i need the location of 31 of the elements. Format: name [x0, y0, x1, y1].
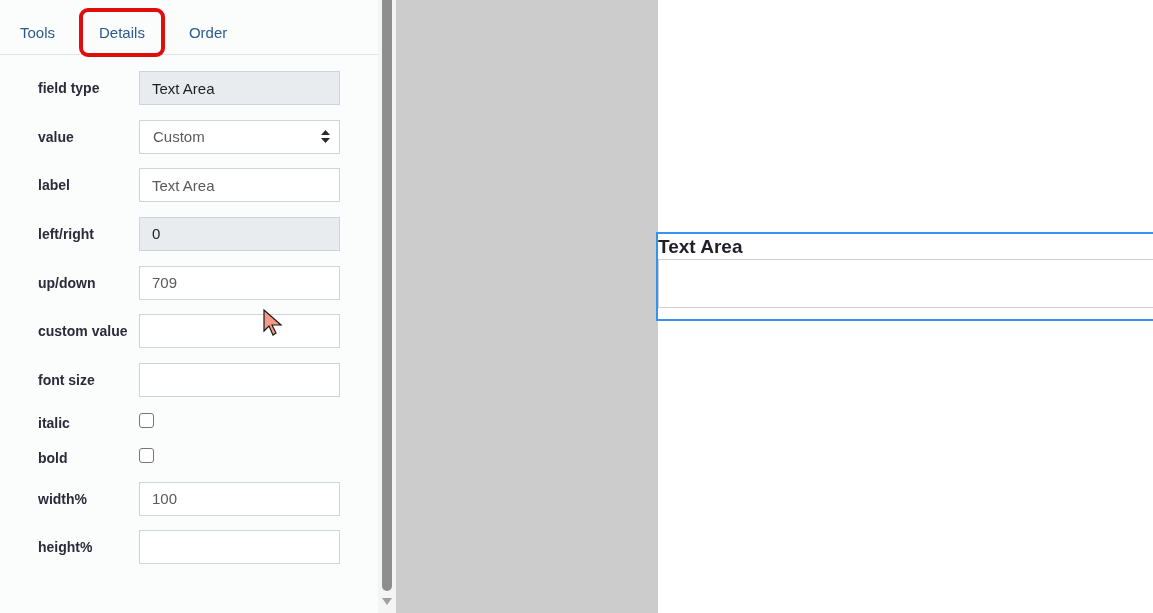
tab[interactable]: Order: [168, 8, 248, 57]
field-label: label: [38, 177, 70, 194]
element-label: Text Area: [658, 235, 743, 259]
pointer-icon: [263, 309, 283, 337]
field-label: up/down: [38, 274, 96, 291]
field-label: custom value: [38, 323, 128, 340]
field-label: font size: [38, 371, 95, 388]
textarea-field[interactable]: [658, 259, 1153, 308]
field-label: field type: [38, 80, 100, 96]
tab[interactable]: Tools: [0, 8, 76, 57]
text-area-element[interactable]: Text Area: [656, 232, 1153, 321]
field-label: left/right: [38, 225, 94, 242]
field-label: height%: [38, 539, 93, 556]
scrollbar-thumb[interactable]: [382, 0, 392, 591]
text-input[interactable]: 709: [139, 265, 340, 300]
scroll-down-icon[interactable]: [382, 598, 392, 605]
select-field[interactable]: Custom: [139, 119, 340, 154]
text-input[interactable]: [139, 530, 340, 565]
tab[interactable]: Details: [79, 8, 165, 57]
field-label: width%: [38, 490, 87, 507]
checkbox[interactable]: [139, 412, 154, 428]
text-input[interactable]: [139, 314, 340, 349]
field-label: bold: [38, 449, 68, 466]
sort-caret-icon: [321, 130, 330, 144]
field-label: italic: [38, 414, 70, 431]
text-input[interactable]: [139, 362, 340, 397]
select-value: Custom: [153, 128, 205, 146]
field-label: value: [38, 128, 74, 145]
text-input[interactable]: Text Area: [139, 168, 340, 203]
text-input[interactable]: 100: [139, 481, 340, 516]
checkbox[interactable]: [139, 447, 154, 463]
